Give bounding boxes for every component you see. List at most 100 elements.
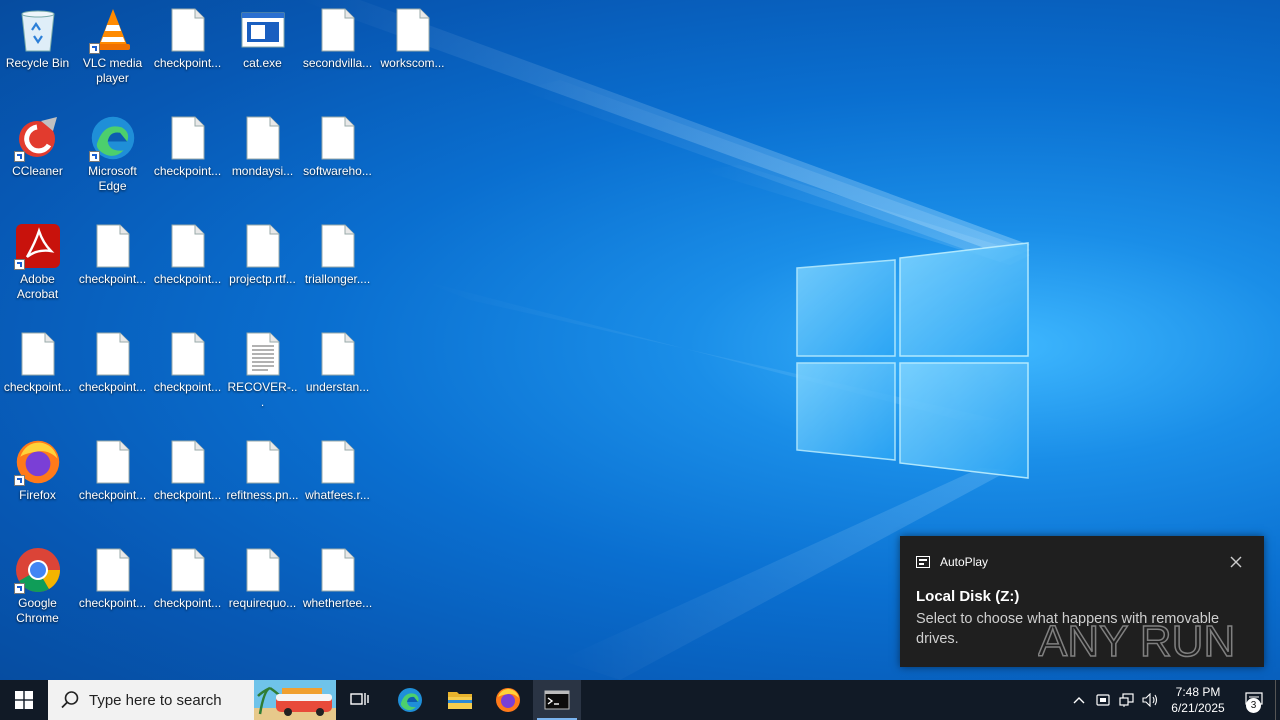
shortcut-arrow-icon	[13, 259, 25, 270]
windows-logo-wallpaper	[796, 242, 1029, 479]
desktop-icon-label: whatfees.r...	[305, 488, 370, 502]
file-icon	[14, 330, 62, 378]
search-placeholder: Type here to search	[89, 691, 222, 709]
desktop-icon[interactable]: whethertee...	[300, 540, 375, 611]
desktop-icon[interactable]: RECOVER-...	[225, 324, 300, 410]
desktop-icon-label: checkpoint...	[153, 380, 222, 394]
start-button[interactable]	[0, 680, 48, 720]
chevron-up-icon	[1073, 697, 1085, 704]
desktop-icon-label: checkpoint...	[153, 164, 222, 178]
tray-network-icon[interactable]	[1116, 680, 1138, 720]
desktop-icon[interactable]: checkpoint...	[0, 324, 75, 395]
desktop-icon-label: checkpoint...	[153, 488, 222, 502]
desktop-icon[interactable]: checkpoint...	[150, 432, 225, 503]
desktop-icon[interactable]: softwareho...	[300, 108, 375, 179]
tray-volume-icon[interactable]	[1140, 680, 1162, 720]
desktop-icon-label: RECOVER-...	[227, 380, 298, 409]
desktop-icon[interactable]: VLC media player	[75, 0, 150, 86]
file-icon	[164, 546, 212, 594]
desktop-icon-label: softwareho...	[303, 164, 372, 178]
task-view-button[interactable]	[336, 680, 384, 720]
desktop-icon-label: checkpoint...	[78, 380, 147, 394]
notification-app-name: AutoPlay	[940, 555, 989, 569]
file-icon	[314, 546, 362, 594]
desktop-icon-label: checkpoint...	[153, 56, 222, 70]
edge-icon	[398, 688, 422, 712]
desktop-icon-label: checkpoint...	[153, 272, 222, 286]
file-icon	[239, 438, 287, 486]
file-icon	[89, 330, 137, 378]
desktop-icon-label: checkpoint...	[78, 272, 147, 286]
taskbar-terminal[interactable]	[533, 680, 581, 720]
desktop-icon-label: cat.exe	[243, 56, 282, 70]
taskbar-edge[interactable]	[386, 680, 434, 720]
show-desktop-button[interactable]	[1275, 680, 1276, 720]
desktop-icon-label: triallonger....	[304, 272, 371, 286]
show-hidden-icons-button[interactable]	[1068, 680, 1090, 720]
desktop-icon[interactable]: Firefox	[0, 432, 75, 503]
desktop-icon-label: mondaysi...	[231, 164, 294, 178]
desktop-icon[interactable]: cat.exe	[225, 0, 300, 71]
search-box[interactable]: Type here to search	[48, 680, 336, 720]
desktop-icon[interactable]: projectp.rtf...	[225, 216, 300, 287]
search-highlight-image	[254, 680, 336, 720]
desktop-icon-label: Google Chrome	[16, 596, 59, 625]
desktop-icon[interactable]: checkpoint...	[150, 216, 225, 287]
notification-header: AutoPlay	[916, 555, 988, 569]
taskbar-file-explorer[interactable]	[436, 680, 484, 720]
desktop-icon[interactable]: Google Chrome	[0, 540, 75, 626]
desktop-icon[interactable]: checkpoint...	[150, 324, 225, 395]
ccleaner-icon	[13, 114, 62, 162]
desktop-icon[interactable]: checkpoint...	[150, 108, 225, 179]
shortcut-arrow-icon	[13, 583, 25, 594]
desktop-icon[interactable]: checkpoint...	[75, 540, 150, 611]
file-icon	[314, 330, 362, 378]
desktop-icon-label: Recycle Bin	[5, 56, 70, 70]
desktop-icon[interactable]: checkpoint...	[75, 216, 150, 287]
recycle-bin-icon	[14, 6, 62, 54]
search-icon	[61, 691, 79, 709]
file-icon	[314, 222, 362, 270]
desktop-icon[interactable]: secondvilla...	[300, 0, 375, 71]
desktop-icon-label: projectp.rtf...	[229, 272, 296, 286]
file-icon	[164, 6, 212, 54]
desktop-icon[interactable]: checkpoint...	[75, 432, 150, 503]
desktop-icon[interactable]: Microsoft Edge	[75, 108, 150, 194]
vlc-icon	[88, 6, 137, 54]
file-icon	[239, 222, 287, 270]
anyrun-watermark: ANY RUN	[1038, 616, 1236, 667]
desktop-icon-label: secondvilla...	[302, 56, 373, 70]
chrome-icon	[13, 546, 62, 594]
terminal-icon	[544, 690, 570, 710]
desktop-icon[interactable]: Recycle Bin	[0, 0, 75, 71]
close-icon[interactable]	[1228, 554, 1244, 570]
desktop-icon[interactable]: checkpoint...	[150, 540, 225, 611]
desktop-icon-label: CCleaner	[12, 164, 63, 178]
desktop-icon[interactable]: understan...	[300, 324, 375, 395]
file-icon	[164, 114, 212, 162]
desktop-icon[interactable]: checkpoint...	[150, 0, 225, 71]
taskbar-clock[interactable]: 7:48 PM 6/21/2025	[1162, 680, 1234, 720]
desktop-icon[interactable]: whatfees.r...	[300, 432, 375, 503]
desktop-icon-label: Microsoft Edge	[88, 164, 137, 193]
desktop-icon[interactable]: workscom...	[375, 0, 450, 71]
desktop-icon[interactable]: checkpoint...	[75, 324, 150, 395]
file-icon	[89, 222, 137, 270]
desktop-icon[interactable]: requirequo...	[225, 540, 300, 611]
exe-icon	[239, 6, 287, 54]
file-icon	[89, 438, 137, 486]
file-icon	[389, 6, 437, 54]
tray-device-icon[interactable]	[1092, 680, 1114, 720]
desktop-icon[interactable]: refitness.pn...	[225, 432, 300, 503]
taskbar-firefox[interactable]	[484, 680, 532, 720]
firefox-icon	[496, 688, 520, 712]
device-icon	[1096, 694, 1110, 706]
desktop-icon[interactable]: CCleaner	[0, 108, 75, 179]
desktop-icon[interactable]: Adobe Acrobat	[0, 216, 75, 302]
desktop-icon[interactable]: triallonger....	[300, 216, 375, 287]
taskbar: Type here to search 7:48 PM 6/21/2025	[0, 680, 1280, 720]
notification-title: Local Disk (Z:)	[916, 588, 1020, 605]
text-file-icon	[239, 330, 287, 378]
clock-time: 7:48 PM	[1175, 685, 1221, 699]
desktop-icon[interactable]: mondaysi...	[225, 108, 300, 179]
